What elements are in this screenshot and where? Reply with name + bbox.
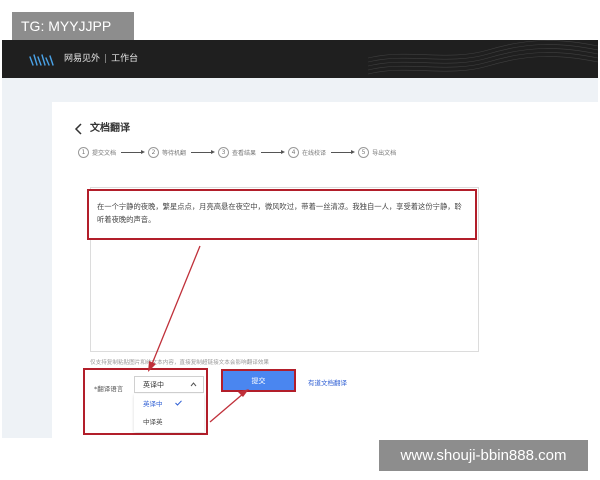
step-5: 5 导出文档	[358, 146, 396, 158]
language-selected-value: 英译中	[143, 381, 164, 389]
back-chevron-icon[interactable]	[74, 123, 84, 135]
paste-hint: 仅支持复制粘贴图片和纯文本内容，直接复制超链接文本会影响翻译效果	[90, 360, 270, 366]
input-text-highlight[interactable]: 在一个宁静的夜晚，繁星点点，月亮高悬在夜空中，微风吹过，带着一丝清凉。我独自一人…	[87, 189, 477, 240]
top-bar: 网易见外 | 工作台	[2, 40, 598, 78]
language-option-en-zh[interactable]: 英译中	[143, 398, 163, 408]
brand-separator: |	[104, 54, 108, 64]
step-2: 2 等待机翻	[148, 146, 186, 158]
translate-card: 文档翻译 1 提交文档 2 等待机翻 3 查看结果 4 在线校译 5 导出文档 在一个宁静…	[52, 102, 600, 438]
step-arrow-icon	[191, 149, 216, 154]
check-icon	[175, 400, 182, 406]
url-watermark: www.shouji-bbin888.com	[379, 440, 588, 471]
step-3: 3 查看结果	[218, 146, 256, 158]
language-label: *翻译语言	[94, 385, 124, 393]
page-title: 文档翻译	[90, 123, 130, 134]
tg-watermark: TG: MYYJJPP	[12, 12, 134, 40]
page-background: 文档翻译 1 提交文档 2 等待机翻 3 查看结果 4 在线校译 5 导出文档 在一个宁静…	[2, 78, 600, 438]
step-arrow-icon	[261, 149, 286, 154]
language-option-zh-en[interactable]: 中译英	[143, 416, 163, 426]
input-text-content: 在一个宁静的夜晚，繁星点点，月亮高悬在夜空中，微风吹过，带着一丝清凉。我独自一人…	[97, 202, 462, 224]
wave-pattern	[368, 40, 598, 75]
language-dropdown: 英译中 中译英	[134, 394, 204, 432]
step-arrow-icon	[331, 149, 356, 154]
brand-title[interactable]: 网易见外 | 工作台	[64, 52, 138, 66]
youdao-translate-link[interactable]: 有道文档翻译	[308, 377, 347, 387]
step-arrow-icon	[121, 149, 146, 154]
workspace-label: 工作台	[111, 54, 139, 64]
chevron-up-icon	[190, 382, 197, 387]
step-progress: 1 提交文档 2 等待机翻 3 查看结果 4 在线校译 5 导出文档	[78, 145, 396, 159]
step-4: 4 在线校译	[288, 146, 326, 158]
brand-name: 网易见外	[64, 54, 101, 64]
submit-button[interactable]: 提交	[221, 369, 296, 392]
language-selector-highlight: *翻译语言 英译中 英译中 中译英	[83, 368, 208, 435]
submit-button-label: 提交	[251, 377, 266, 385]
brand-logo-icon[interactable]	[28, 53, 58, 67]
language-select[interactable]: 英译中	[134, 376, 204, 393]
step-1: 1 提交文档	[78, 146, 116, 158]
